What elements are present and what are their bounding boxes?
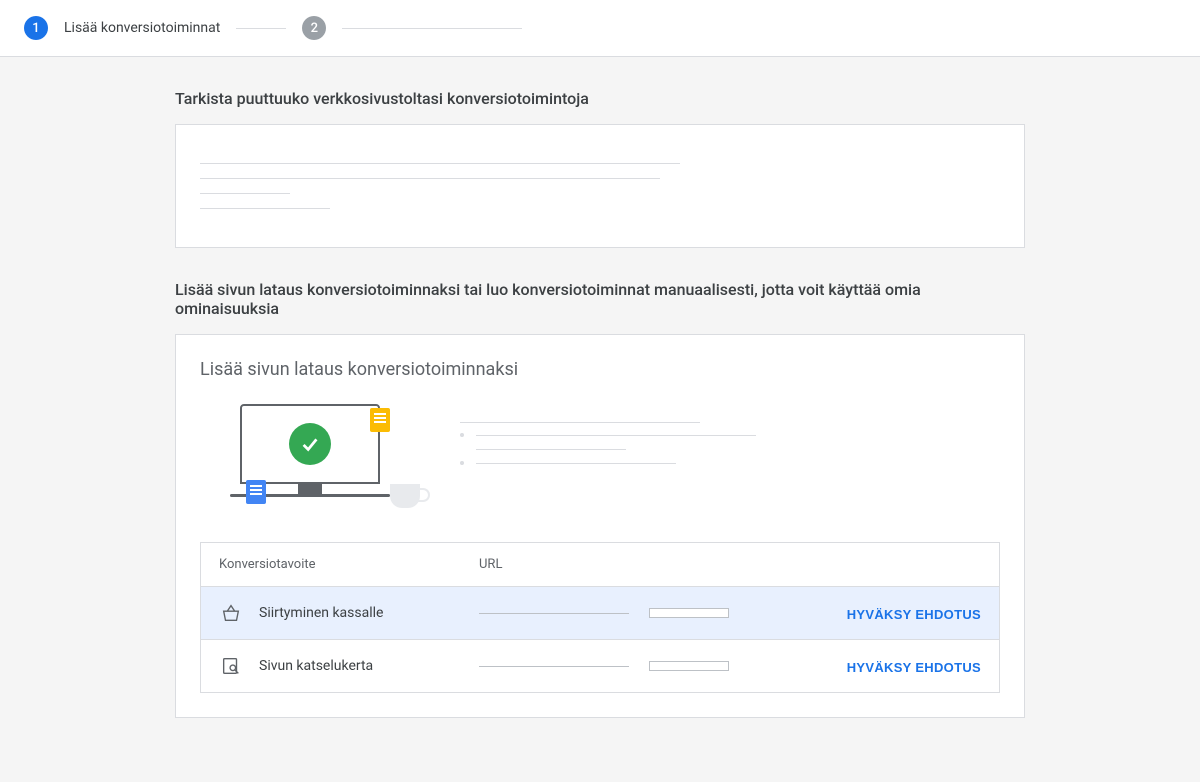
step-2-badge: 2 (302, 16, 326, 40)
placeholder-line (479, 666, 629, 667)
placeholder-line (200, 163, 680, 164)
main-content: Tarkista puuttuuko verkkosivustoltasi ko… (175, 57, 1025, 782)
url-cell (479, 608, 801, 618)
add-card: Lisää sivun lataus konversiotoiminnaksi (175, 334, 1025, 718)
suggestions-table: Konversiotavoite URL Siirtyminen kassall… (200, 542, 1000, 693)
check-section-title: Tarkista puuttuuko verkkosivustoltasi ko… (175, 89, 1025, 108)
document-yellow-icon (370, 408, 390, 432)
accept-suggestion-button[interactable]: HYVÄKSY EHDOTUS (847, 660, 981, 675)
goal-cell: Siirtyminen kassalle (219, 601, 479, 625)
table-row: Siirtyminen kassalle HYVÄKSY EHDOTUS (201, 587, 999, 640)
goal-label: Siirtyminen kassalle (259, 605, 383, 621)
placeholder-line (200, 208, 330, 209)
illustration-row (200, 404, 1000, 514)
check-card (175, 124, 1025, 248)
url-cell (479, 661, 801, 671)
placeholder-box (649, 608, 729, 618)
bullet-item (460, 461, 1000, 465)
document-blue-icon (246, 480, 266, 504)
monitor-illustration (200, 404, 420, 514)
bullet-item (460, 433, 1000, 437)
placeholder-line (460, 422, 700, 423)
goal-cell: Sivun katselukerta (219, 654, 479, 678)
illustration-text (460, 404, 1000, 475)
checkmark-icon (289, 423, 331, 465)
card-title: Lisää sivun lataus konversiotoiminnaksi (200, 359, 1000, 380)
cup-icon (390, 484, 420, 508)
placeholder-line (479, 613, 629, 614)
placeholder-line (200, 178, 660, 179)
table-header: Konversiotavoite URL (201, 543, 999, 587)
basket-icon (219, 601, 243, 625)
accept-suggestion-button[interactable]: HYVÄKSY EHDOTUS (847, 607, 981, 622)
add-section-title: Lisää sivun lataus konversiotoiminnaksi … (175, 280, 1025, 318)
step-1-badge: 1 (24, 16, 48, 40)
step-connector (236, 28, 286, 29)
col-header-goal: Konversiotavoite (219, 557, 479, 572)
goal-label: Sivun katselukerta (259, 658, 373, 674)
bullet-item (460, 447, 1000, 451)
step-connector (342, 28, 522, 29)
placeholder-line (200, 193, 290, 194)
placeholder-box (649, 661, 729, 671)
pageview-icon (219, 654, 243, 678)
col-header-url: URL (479, 557, 801, 572)
stepper-header: 1 Lisää konversiotoiminnat 2 (0, 0, 1200, 57)
step-1-label: Lisää konversiotoiminnat (64, 20, 220, 36)
table-row: Sivun katselukerta HYVÄKSY EHDOTUS (201, 640, 999, 692)
